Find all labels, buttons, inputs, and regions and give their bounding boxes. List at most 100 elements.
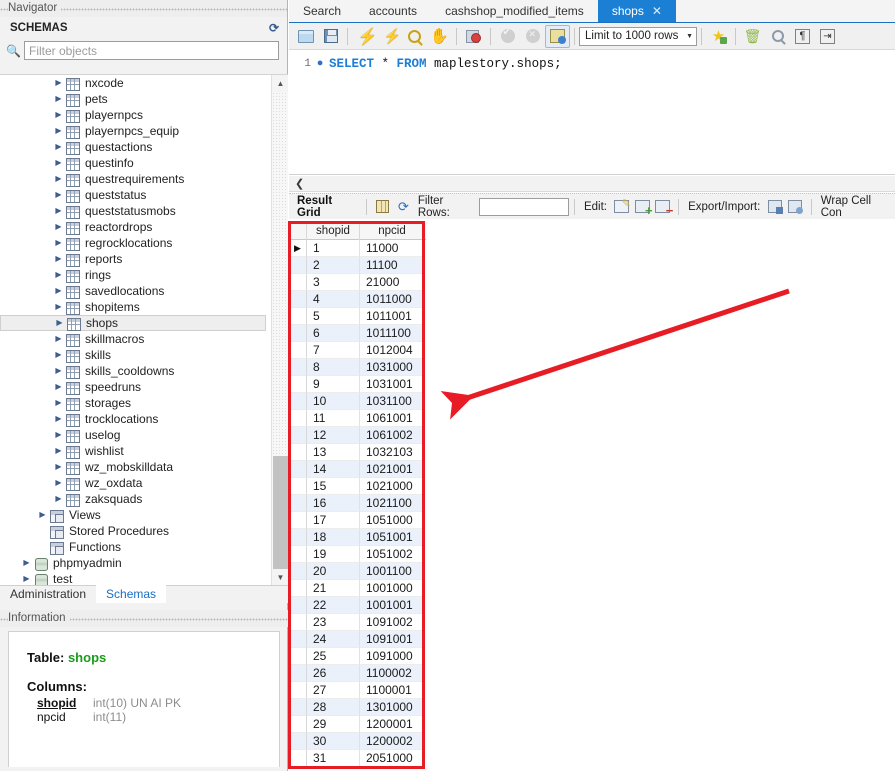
cell-shopid[interactable]: 11 [307, 410, 360, 427]
cell-shopid[interactable]: 2 [307, 257, 360, 274]
import-recordset-icon[interactable] [785, 197, 806, 217]
cell-npcid[interactable]: 1301000 [360, 699, 425, 716]
cell-shopid[interactable]: 14 [307, 461, 360, 478]
table-row[interactable]: 15 1021000 [289, 478, 426, 495]
tree-item-rings[interactable]: ▶ rings [0, 267, 266, 283]
cell-npcid[interactable]: 1031100 [360, 393, 425, 410]
table-row[interactable]: 27 1100001 [289, 682, 426, 699]
expand-triangle-icon[interactable]: ▶ [52, 363, 65, 379]
cell-shopid[interactable]: 15 [307, 478, 360, 495]
column-header-npcid[interactable]: npcid [360, 222, 425, 240]
table-row[interactable]: 10 1031100 [289, 393, 426, 410]
table-row[interactable]: 22 1001001 [289, 597, 426, 614]
cell-shopid[interactable]: 31 [307, 750, 360, 767]
cell-shopid[interactable]: 6 [307, 325, 360, 342]
expand-triangle-icon[interactable]: ▶ [52, 139, 65, 155]
tree-item-phpmyadmin[interactable]: ▶ phpmyadmin [0, 555, 266, 571]
cell-shopid[interactable]: 12 [307, 427, 360, 444]
cell-npcid[interactable]: 1011001 [360, 308, 425, 325]
table-row[interactable]: 19 1051002 [289, 546, 426, 563]
tree-item-skills[interactable]: ▶ skills [0, 347, 266, 363]
table-row[interactable]: 16 1021100 [289, 495, 426, 512]
expand-triangle-icon[interactable]: ▶ [20, 555, 33, 571]
table-row[interactable]: 13 1032103 [289, 444, 426, 461]
cell-npcid[interactable]: 1012004 [360, 342, 425, 359]
magnifier-icon[interactable] [765, 25, 790, 48]
tree-item-skills-cooldowns[interactable]: ▶ skills_cooldowns [0, 363, 266, 379]
tree-item-stored-procedures[interactable]: ▶ Stored Procedures [0, 523, 266, 539]
cell-npcid[interactable]: 1061001 [360, 410, 425, 427]
expand-triangle-icon[interactable]: ▶ [53, 315, 66, 331]
expand-triangle-icon[interactable]: ▶ [52, 123, 65, 139]
editor-tab-shops[interactable]: shops ✕ [597, 0, 676, 22]
cell-shopid[interactable]: 17 [307, 512, 360, 529]
cell-npcid[interactable]: 1051000 [360, 512, 425, 529]
table-row[interactable]: 24 1091001 [289, 631, 426, 648]
cell-shopid[interactable]: 1 [307, 240, 360, 257]
tree-item-trocklocations[interactable]: ▶ trocklocations [0, 411, 266, 427]
close-icon[interactable]: ✕ [652, 4, 662, 18]
cell-npcid[interactable]: 11000 [360, 240, 425, 257]
expand-triangle-icon[interactable]: ▶ [52, 443, 65, 459]
table-row[interactable]: 6 1011100 [289, 325, 426, 342]
expand-triangle-icon[interactable]: ▶ [52, 91, 65, 107]
cell-shopid[interactable]: 3 [307, 274, 360, 291]
table-row[interactable]: 18 1051001 [289, 529, 426, 546]
tree-item-questinfo[interactable]: ▶ questinfo [0, 155, 266, 171]
cell-shopid[interactable]: 18 [307, 529, 360, 546]
expand-triangle-icon[interactable]: ▶ [52, 299, 65, 315]
expand-triangle-icon[interactable]: ▶ [52, 251, 65, 267]
filter-objects-input[interactable] [24, 41, 279, 60]
cell-npcid[interactable]: 1032103 [360, 444, 425, 461]
tree-item-questactions[interactable]: ▶ questactions [0, 139, 266, 155]
cell-npcid[interactable]: 1031001 [360, 376, 425, 393]
chevron-left-icon[interactable]: ❮ [289, 177, 304, 190]
stop-on-error-icon[interactable] [461, 25, 486, 48]
scrollbar-thumb[interactable] [273, 456, 288, 574]
cell-shopid[interactable]: 21 [307, 580, 360, 597]
schema-tree[interactable]: ▶ nxcode ▶ pets ▶ playernpcs ▶ playernpcs_equip… [0, 75, 266, 585]
table-row[interactable]: 9 1031001 [289, 376, 426, 393]
editor-results-splitter[interactable]: ❮ [289, 176, 895, 192]
cell-shopid[interactable]: 16 [307, 495, 360, 512]
table-row[interactable]: 12 1061002 [289, 427, 426, 444]
filter-rows-input[interactable] [479, 197, 570, 216]
table-row[interactable]: 28 1301000 [289, 699, 426, 716]
cell-npcid[interactable]: 1091002 [360, 614, 425, 631]
cell-shopid[interactable]: 29 [307, 716, 360, 733]
expand-triangle-icon[interactable]: ▶ [52, 203, 65, 219]
edit-cell-icon[interactable] [611, 197, 632, 217]
editor-tab-search[interactable]: Search [289, 0, 356, 22]
refresh-icon[interactable]: ⟳ [269, 17, 279, 39]
table-row[interactable]: 26 1100002 [289, 665, 426, 682]
tree-item-shopitems[interactable]: ▶ shopitems [0, 299, 266, 315]
tree-item-test[interactable]: ▶ test [0, 571, 266, 585]
cell-npcid[interactable]: 11100 [360, 257, 425, 274]
table-row[interactable]: 31 2051000 [289, 750, 426, 767]
tree-item-wishlist[interactable]: ▶ wishlist [0, 443, 266, 459]
save-script-icon[interactable] [318, 25, 343, 48]
wrap-arrow-icon[interactable]: ⇥ [815, 25, 840, 48]
table-row[interactable]: 5 1011001 [289, 308, 426, 325]
cell-npcid[interactable]: 1011100 [360, 325, 425, 342]
expand-triangle-icon[interactable]: ▶ [52, 379, 65, 395]
cell-npcid[interactable]: 2051000 [360, 750, 425, 767]
table-row[interactable]: 7 1012004 [289, 342, 426, 359]
cell-npcid[interactable]: 1011000 [360, 291, 425, 308]
cell-npcid[interactable]: 1021100 [360, 495, 425, 512]
export-recordset-icon[interactable] [764, 197, 785, 217]
expand-triangle-icon[interactable]: ▶ [52, 427, 65, 443]
cell-shopid[interactable]: 20 [307, 563, 360, 580]
cell-shopid[interactable]: 27 [307, 682, 360, 699]
tree-item-playernpcs-equip[interactable]: ▶ playernpcs_equip [0, 123, 266, 139]
cell-shopid[interactable]: 26 [307, 665, 360, 682]
expand-triangle-icon[interactable]: ▶ [52, 491, 65, 507]
broom-icon[interactable]: 🗑 [740, 25, 765, 48]
table-row[interactable]: 14 1021001 [289, 461, 426, 478]
cell-shopid[interactable]: 28 [307, 699, 360, 716]
expand-triangle-icon[interactable]: ▶ [52, 347, 65, 363]
expand-triangle-icon[interactable]: ▶ [52, 459, 65, 475]
cell-npcid[interactable]: 1100001 [360, 682, 425, 699]
navigator-tab-administration[interactable]: Administration [0, 585, 96, 603]
tree-item-views[interactable]: ▶ Views [0, 507, 266, 523]
